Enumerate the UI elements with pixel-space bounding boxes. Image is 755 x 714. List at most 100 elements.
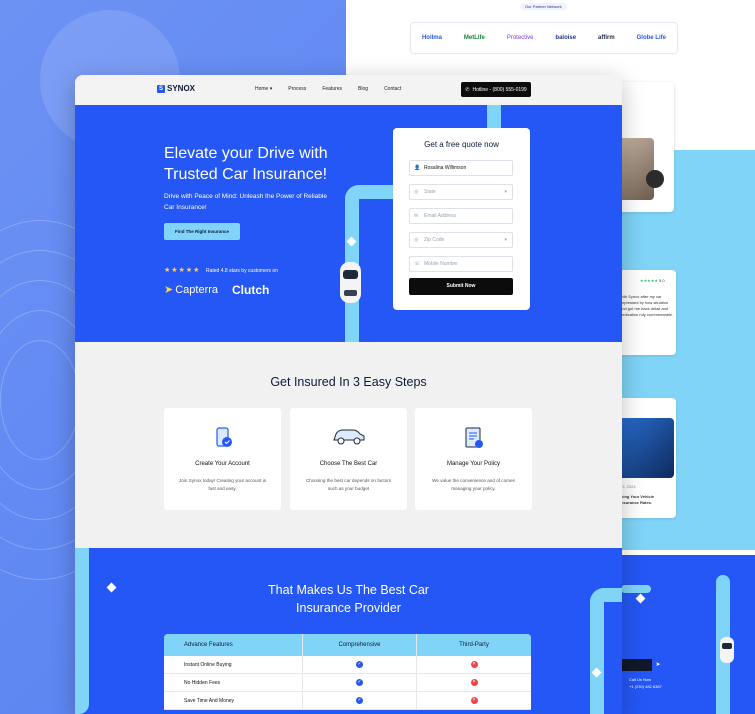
- partner-logo: Protective: [506, 35, 534, 41]
- step-card: Create Your Account Join Synox today! Cr…: [164, 408, 281, 510]
- menu-item-home[interactable]: Home ▾: [255, 86, 272, 92]
- step-desc: Join Synox today! Creating your account …: [178, 478, 267, 491]
- table-header: Advance Features Comprehensive Third-Par…: [164, 634, 531, 656]
- menu-item-features[interactable]: Features: [322, 86, 342, 92]
- back-article-photo: [618, 418, 674, 478]
- hotline-button[interactable]: ✆ Hotline - (800) 555-0199: [461, 82, 531, 97]
- phone-icon: ✆: [465, 86, 470, 93]
- back-avatar: [646, 170, 664, 188]
- back-photo: [618, 138, 654, 200]
- back-article-title: iving Your Vehicle Insurance Rates.: [620, 494, 655, 505]
- state-select[interactable]: ◎ State ▾: [409, 184, 513, 200]
- car-icon: [290, 426, 407, 451]
- comprehensive-cell: ✓: [303, 656, 417, 673]
- hero-subtitle: Drive with Peace of Mind: Unleash the Po…: [164, 193, 327, 211]
- capterra-icon: ➤: [164, 284, 174, 296]
- rating-stars: ★★★★★: [164, 267, 201, 274]
- back-stars: ★★★★★ 5.0: [640, 278, 665, 283]
- logo-icon: S: [157, 84, 165, 93]
- back-footer: Call Us Now +1 (230) 482 6387: [621, 555, 755, 714]
- email-placeholder: Email Address: [424, 213, 456, 219]
- state-placeholder: State: [424, 189, 436, 195]
- back-article-card: 03, 2024 iving Your Vehicle Insurance Ra…: [616, 398, 676, 518]
- comparison-title-line2: Insurance Provider: [296, 601, 401, 615]
- back-article-date: 03, 2024: [620, 484, 636, 489]
- step-name: Choose The Best Car: [319, 461, 378, 467]
- zip-placeholder: Zip Code: [424, 237, 445, 243]
- feature-cell: No Hidden Fees: [164, 674, 303, 691]
- chevron-down-icon: ▾: [504, 237, 507, 243]
- step-card: Manage Your Policy We value the convenie…: [415, 408, 532, 510]
- partner-logo-strip: Hollma MetLife Protective baloise affirm…: [410, 22, 678, 54]
- quote-form: Get a free quote now 👤 Rosalina Willimso…: [393, 128, 530, 310]
- clutch-logo: Clutch: [232, 283, 270, 297]
- submit-button[interactable]: Submit Now: [409, 278, 513, 295]
- mobile-field[interactable]: ☏ Mobile Number: [409, 256, 513, 272]
- zip-select[interactable]: ◎ Zip Code ▾: [409, 232, 513, 248]
- capterra-logo: ➤ Capterra: [164, 283, 219, 297]
- partner-logo: Globe Life: [636, 35, 666, 41]
- partner-logo: baloise: [555, 35, 577, 41]
- cross-icon: ×: [470, 661, 478, 669]
- comparison-table: Advance Features Comprehensive Third-Par…: [164, 634, 531, 710]
- comprehensive-cell: ✓: [303, 692, 417, 709]
- step-card: Choose The Best Car Choosing the best ca…: [290, 408, 407, 510]
- steps-title: Get Insured In 3 Easy Steps: [270, 375, 427, 389]
- back-review-card: ★★★★★ 5.0 with Synox after my car impres…: [616, 270, 676, 355]
- step-desc: We value the convenience and of comes ma…: [432, 478, 515, 491]
- comparison-title-line1: That Makes Us The Best Car: [268, 583, 429, 597]
- check-icon: ✓: [356, 697, 363, 705]
- hotline-label: Hotline - (800) 555-0199: [472, 86, 527, 93]
- table-row: Instant Online Buying ✓ ×: [164, 656, 531, 674]
- partner-network-tag: Our Partner Network: [520, 3, 567, 10]
- comparison-title: That Makes Us The Best Car Insurance Pro…: [75, 581, 622, 617]
- table-row: No Hidden Fees ✓ ×: [164, 674, 531, 692]
- car-icon: [340, 262, 361, 303]
- header-features: Advance Features: [164, 634, 303, 656]
- comparison-section: That Makes Us The Best Car Insurance Pro…: [75, 548, 622, 714]
- partner-logo: affirm: [598, 35, 615, 41]
- back-phone-label: Call Us Now: [629, 677, 652, 682]
- name-field-value: Rosalina Willimson: [424, 165, 467, 171]
- back-review-text: with Synox after my car impressed by how…: [620, 294, 674, 317]
- menu-item-blog[interactable]: Blog: [358, 86, 368, 92]
- email-field[interactable]: ✉ Email Address: [409, 208, 513, 224]
- check-icon: ✓: [356, 661, 363, 669]
- capterra-label: Capterra: [175, 283, 219, 296]
- account-icon: [164, 426, 281, 455]
- partner-logo: Hollma: [421, 35, 442, 41]
- third-party-cell: ×: [417, 656, 531, 673]
- third-party-cell: ×: [417, 692, 531, 709]
- main-menu: Home ▾ Process Features Blog Contact: [255, 86, 401, 92]
- road-marker: [635, 593, 646, 604]
- brand-logo[interactable]: S SYNOX: [157, 84, 195, 93]
- header-comprehensive: Comprehensive: [303, 634, 417, 656]
- mobile-placeholder: Mobile Number: [424, 261, 458, 267]
- step-name: Create Your Account: [195, 461, 250, 467]
- third-party-cell: ×: [417, 674, 531, 691]
- hero-title: Elevate your Drive with Trusted Car Insu…: [164, 145, 328, 183]
- back-send-icon: ➤: [652, 659, 664, 671]
- road: [75, 548, 89, 714]
- menu-item-process[interactable]: Process: [288, 86, 306, 92]
- check-icon: ✓: [356, 679, 363, 687]
- name-field[interactable]: 👤 Rosalina Willimson: [409, 160, 513, 176]
- partner-logo: MetLife: [463, 35, 485, 41]
- cross-icon: ×: [470, 697, 478, 705]
- brand-name: SYNOX: [167, 84, 196, 93]
- menu-item-contact[interactable]: Contact: [384, 86, 401, 92]
- hero-section: Elevate your Drive with Trusted Car Insu…: [75, 105, 622, 342]
- top-nav: S SYNOX Home ▾ Process Features Blog Con…: [75, 75, 622, 105]
- back-car-icon: [720, 637, 734, 663]
- main-window: S SYNOX Home ▾ Process Features Blog Con…: [75, 75, 622, 714]
- user-icon: 👤: [414, 165, 421, 171]
- policy-icon: [415, 426, 532, 455]
- find-insurance-button[interactable]: Find The Right Insurance: [164, 223, 240, 240]
- mail-icon: ✉: [414, 213, 419, 219]
- steps-section: Get Insured In 3 Easy Steps Create Your …: [75, 342, 622, 548]
- location-icon: ◎: [414, 189, 419, 195]
- phone-icon: ☏: [414, 261, 421, 267]
- feature-cell: Save Time And Money: [164, 692, 303, 709]
- step-desc: Choosing the best car depends on factors…: [305, 478, 392, 491]
- table-row: Save Time And Money ✓ ×: [164, 692, 531, 710]
